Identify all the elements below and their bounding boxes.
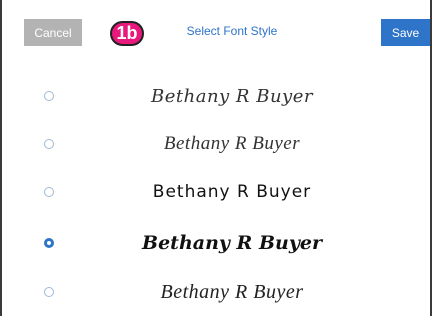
font-option-radio[interactable]: [44, 187, 54, 197]
signature-preview: Bethany R Buyer: [152, 182, 312, 202]
dialog-header: Cancel 1b Select Font Style Save: [2, 0, 430, 62]
step-badge: 1b: [110, 21, 144, 46]
dialog-title: Select Font Style: [186, 24, 278, 38]
signature-preview: Bethany R Buyer: [163, 133, 301, 154]
font-option-radio[interactable]: [44, 91, 54, 101]
signature-preview: Bethany R Buyer: [142, 232, 322, 254]
font-style-dialog: Cancel 1b Select Font Style Save Bethany…: [0, 0, 432, 316]
font-option-5[interactable]: Bethany R Buyer: [2, 268, 430, 316]
font-option-3[interactable]: Bethany R Buyer: [2, 168, 430, 216]
save-button[interactable]: Save: [381, 19, 430, 46]
signature-preview: Bethany R Buyer: [160, 280, 304, 303]
signature-preview: Bethany R Buyer: [151, 85, 313, 107]
font-option-1[interactable]: Bethany R Buyer: [2, 72, 430, 120]
font-option-radio[interactable]: [44, 287, 54, 297]
font-option-4[interactable]: Bethany R Buyer: [2, 219, 430, 267]
font-option-2[interactable]: Bethany R Buyer: [2, 120, 430, 168]
cancel-button[interactable]: Cancel: [24, 19, 82, 46]
font-option-radio-selected[interactable]: [44, 238, 54, 248]
font-option-radio[interactable]: [44, 139, 54, 149]
